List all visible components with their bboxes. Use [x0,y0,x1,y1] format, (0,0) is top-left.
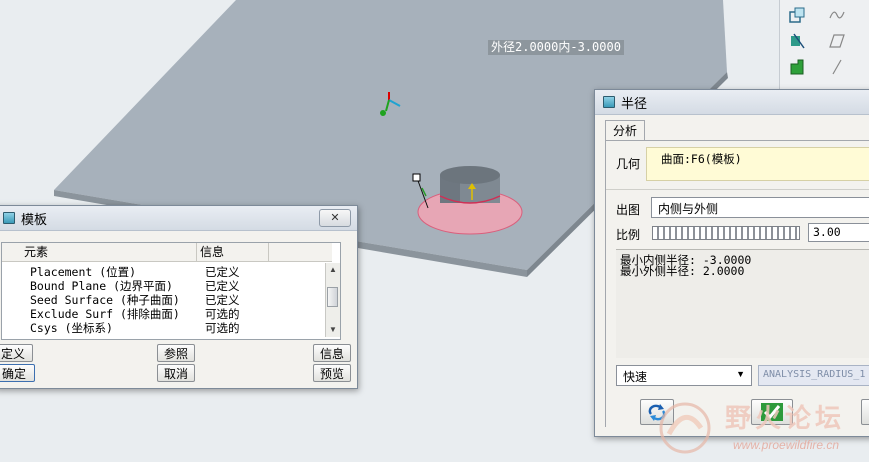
radius-dialog-titlebar[interactable]: 半径 [595,90,869,115]
scale-value: 3.00 [813,225,841,239]
table-row[interactable]: Seed Surface (种子曲面) 已定义 [2,293,324,307]
refresh-icon [648,404,666,421]
table-row[interactable]: Placement (位置) 已定义 [2,265,324,279]
cancel-analysis-button[interactable] [861,399,869,425]
result-min-outer: 最小外侧半径: 2.0000 [620,264,745,278]
window-icon [3,212,15,224]
column-header-info: 信息 [200,245,225,259]
table-row[interactable]: Exclude Surf (排除曲面) 可选的 [2,307,324,321]
line-icon[interactable] [826,56,848,78]
column-divider [268,243,269,261]
tab-analysis[interactable]: 分析 [605,120,645,141]
radius-dialog: 半径 分析 几何 曲面:F6(模板) 出图 内侧与外侧 比例 3.00 最小内侧… [594,89,869,437]
info-button[interactable]: 信息 [313,344,351,362]
geometry-field[interactable]: 曲面:F6(模板) [646,147,869,181]
define-button[interactable]: 定义 [0,344,33,362]
scale-label: 比例 [616,228,641,242]
mode-value: 快速 [623,370,648,384]
table-header: 元素 信息 [2,243,332,262]
close-button[interactable]: ✕ [319,209,351,227]
refs-button[interactable]: 参照 [157,344,195,362]
mode-select[interactable]: 快速 ▼ [616,365,752,386]
curve-icon[interactable] [826,4,848,26]
plane-icon[interactable] [826,30,848,52]
sketch-icon[interactable] [786,56,808,78]
radius-dialog-title: 半径 [621,96,648,112]
accept-button[interactable] [751,399,793,425]
cancel-button[interactable]: 取消 [157,364,195,382]
geometry-value: 曲面:F6(模板) [661,152,742,166]
row-element: Exclude Surf (排除曲面) [30,307,180,321]
repeat-button[interactable] [640,399,674,425]
elements-table: 元素 信息 Placement (位置) 已定义 Bound Plane (边界… [1,242,341,340]
column-divider [196,243,197,261]
analysis-name: ANALYSIS_RADIUS_1 [763,369,866,380]
window-icon [603,96,615,108]
scroll-up-icon[interactable]: ▲ [329,265,337,274]
row-info: 已定义 [205,279,240,293]
ok-button[interactable]: 确定 [0,364,35,382]
row-info: 可选的 [205,321,240,335]
display-label: 出图 [616,203,641,217]
template-dialog-titlebar[interactable]: 模板 ✕ [0,206,357,231]
row-info: 已定义 [205,293,240,307]
template-dialog-title: 模板 [21,212,48,228]
row-info: 已定义 [205,265,240,279]
row-info: 可选的 [205,307,240,321]
row-element: Placement (位置) [30,265,137,279]
dropdown-arrow-icon[interactable]: ▼ [736,369,745,379]
scale-slider[interactable] [652,226,800,240]
separator [606,189,869,190]
column-header-element: 元素 [24,245,49,259]
tab-panel: 几何 曲面:F6(模板) 出图 内侧与外侧 比例 3.00 最小内侧半径: -3… [605,140,869,427]
row-element: Bound Plane (边界平面) [30,279,173,293]
display-value: 内侧与外侧 [658,202,719,216]
right-toolbar [779,0,869,92]
datum-axis-icon[interactable] [786,30,808,52]
preview-button[interactable]: 预览 [313,364,351,382]
checkmark-icon [761,403,783,421]
geometry-label: 几何 [616,157,641,171]
table-row[interactable]: Bound Plane (边界平面) 已定义 [2,279,324,293]
results-area: 最小内侧半径: -3.0000 最小外侧半径: 2.0000 [616,249,869,358]
table-row[interactable]: Csys (坐标系) 可选的 [2,321,324,335]
analysis-name-field[interactable]: ANALYSIS_RADIUS_1 [758,365,869,386]
template-dialog: 模板 ✕ 元素 信息 Placement (位置) 已定义 Bound Plan… [0,205,358,389]
table-scrollbar[interactable]: ▲ ▼ [325,263,340,337]
scroll-thumb[interactable] [327,287,338,307]
row-element: Seed Surface (种子曲面) [30,293,180,307]
row-element: Csys (坐标系) [30,321,113,335]
dimension-tag: 外径2.0000内-3.0000 [488,40,624,55]
display-select[interactable]: 内侧与外侧 [651,197,869,218]
scroll-down-icon[interactable]: ▼ [329,325,337,334]
scale-input[interactable]: 3.00 [808,223,869,242]
datum-plane-icon[interactable] [786,4,808,26]
